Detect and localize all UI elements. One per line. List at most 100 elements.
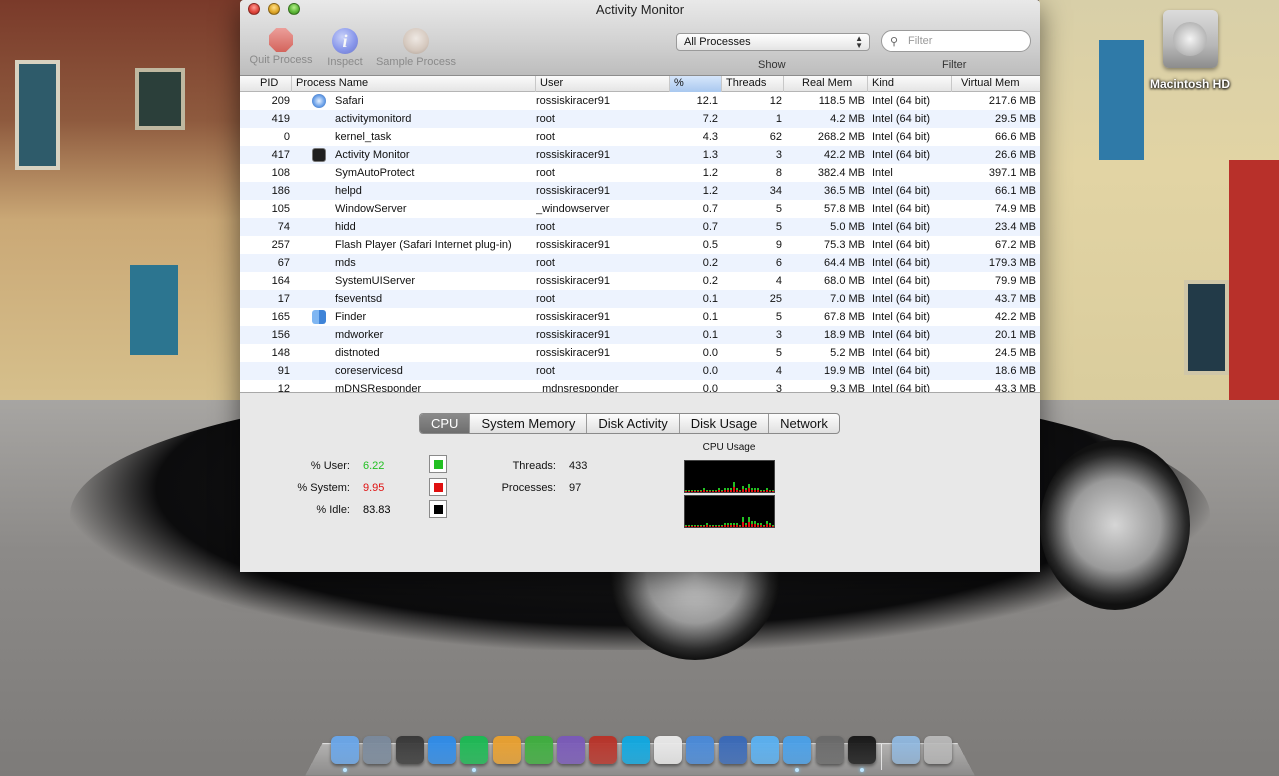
cpu-graph-bar (724, 490, 726, 492)
background-window (135, 68, 185, 130)
column-header-cpu[interactable]: % CPU▼ (670, 76, 722, 104)
app-store-icon[interactable] (427, 736, 456, 764)
table-row[interactable]: 186 helpd rossiskiracer91 1.2 34 36.5 MB Intel… (240, 182, 1040, 200)
table-row[interactable]: 209 Safari rossiskiracer91 12.1 12 118.5 MB In… (240, 92, 1040, 110)
table-row[interactable]: 419 activitymonitord root 7.2 1 4.2 MB Intel (… (240, 110, 1040, 128)
threads-cell: 5 (775, 311, 782, 323)
table-row[interactable]: 108 SymAutoProtect root 1.2 8 382.4 MB Intel 39… (240, 164, 1040, 182)
column-header-process-name[interactable]: Process Name (292, 76, 536, 92)
iphoto-icon[interactable] (686, 736, 715, 764)
table-row[interactable]: 257 Flash Player (Safari Internet plug-in… (240, 236, 1040, 254)
safari-icon[interactable] (783, 736, 812, 764)
cpu-graph-bar (754, 490, 756, 492)
facetime-icon[interactable] (815, 736, 844, 764)
column-header-virtual-mem[interactable]: Virtual Mem (952, 76, 1040, 92)
hard-drive-label[interactable]: Macintosh HD (1130, 77, 1250, 91)
background-door (1099, 40, 1144, 160)
dictionary-icon[interactable] (589, 736, 618, 764)
pid-cell: 74 (277, 221, 290, 233)
tab-disk-usage[interactable]: Disk Usage (678, 414, 768, 433)
cpu-graph-bar (733, 523, 735, 525)
user-color-swatch[interactable] (429, 455, 447, 473)
table-row[interactable]: 105 WindowServer _windowserver 0.7 5 57.8 MB I… (240, 200, 1040, 218)
cpu-graph-bar (766, 521, 768, 524)
cpu-graph-bar (757, 525, 759, 527)
process-name-cell: mDNSResponder (335, 383, 422, 392)
table-row[interactable]: 17 fseventsd root 0.1 25 7.0 MB Intel (64 bit)… (240, 290, 1040, 308)
script-editor-icon[interactable] (557, 736, 586, 764)
table-row[interactable]: 91 coreservicesd root 0.0 4 19.9 MB Intel (64 … (240, 362, 1040, 380)
process-table[interactable]: 209 Safari rossiskiracer91 12.1 12 118.5 MB In… (240, 92, 1040, 392)
cpu-graph-bar (739, 526, 741, 527)
itunes-icon[interactable] (750, 736, 779, 764)
table-row[interactable]: 12 mDNSResponder _mdnsresponder 0.0 3 9.3 MB I… (240, 380, 1040, 392)
cpu-graph-bar (715, 526, 717, 527)
user-cell: root (536, 167, 555, 179)
skype-icon[interactable] (621, 736, 650, 764)
finder-icon[interactable] (331, 736, 359, 764)
idle-color-swatch[interactable] (429, 500, 447, 518)
real-mem-cell: 64.4 MB (824, 257, 865, 269)
trash-icon[interactable] (924, 736, 952, 764)
table-row[interactable]: 417 Activity Monitor rossiskiracer91 1.3 3 42… (240, 146, 1040, 164)
table-row[interactable]: 165 Finder rossiskiracer91 0.1 5 67.8 MB Intel… (240, 308, 1040, 326)
threads-cell: 8 (775, 167, 782, 179)
tab-system-memory[interactable]: System Memory (469, 414, 586, 433)
column-header-threads[interactable]: Threads (722, 76, 784, 92)
spotify-icon[interactable] (460, 736, 489, 764)
table-row[interactable]: 148 distnoted rossiskiracer91 0.0 5 5.2 MB Int… (240, 344, 1040, 362)
filter-placeholder: Filter (908, 35, 933, 47)
column-header-real-mem[interactable]: Real Mem (784, 76, 868, 92)
cpu-cell: 1.2 (702, 185, 718, 197)
cpu-graph-bar (754, 521, 756, 524)
virtual-mem-cell: 67.2 MB (995, 239, 1036, 251)
show-processes-select[interactable]: All Processes ▲ ▼ (676, 33, 870, 51)
virtual-mem-cell: 179.3 MB (988, 257, 1036, 269)
cpu-graph-bar (697, 491, 699, 492)
launchpad-icon[interactable] (363, 736, 392, 764)
tab-disk-activity[interactable]: Disk Activity (586, 414, 678, 433)
real-mem-cell: 67.8 MB (824, 311, 865, 323)
cpu-graph-bar (697, 526, 699, 527)
system-color-swatch[interactable] (429, 478, 447, 496)
tab-cpu[interactable]: CPU (420, 414, 470, 433)
keynote-icon[interactable] (492, 736, 521, 764)
table-row[interactable]: 67 mds root 0.2 6 64.4 MB Intel (64 bit) 179.3 … (240, 254, 1040, 272)
table-row[interactable]: 74 hidd root 0.7 5 5.0 MB Intel (64 bit) 23.4 M… (240, 218, 1040, 236)
column-header-pid[interactable]: PID (240, 76, 292, 92)
column-header-kind[interactable]: Kind (868, 76, 952, 92)
tab-network[interactable]: Network (768, 414, 839, 433)
column-header-user[interactable]: User (536, 76, 670, 92)
threads-cell: 4 (775, 275, 782, 287)
cpu-graph-bar (739, 490, 741, 491)
numbers-icon[interactable] (524, 736, 553, 764)
process-table-header: PID Process Name User % CPU▼ Threads Rea… (240, 76, 1040, 104)
cpu-graph-bar (712, 491, 714, 492)
kind-cell: Intel (64 bit) (872, 329, 931, 341)
kind-cell: Intel (64 bit) (872, 275, 931, 287)
quit-process-label: Quit Process (249, 54, 313, 66)
kind-cell: Intel (64 bit) (872, 347, 931, 359)
cpu-cell: 0.0 (702, 365, 718, 377)
kind-cell: Intel (64 bit) (872, 185, 931, 197)
table-row[interactable]: 0 kernel_task root 4.3 62 268.2 MB Intel (64 b… (240, 128, 1040, 146)
cpu-graph-bar (739, 491, 741, 492)
process-name-cell: Activity Monitor (335, 149, 410, 161)
hard-drive-icon[interactable] (1163, 10, 1218, 68)
dashboard-icon[interactable] (395, 736, 424, 764)
user-percent-label: % User: (310, 460, 350, 472)
titlebar[interactable]: Activity Monitor Quit Process i Inspect … (240, 0, 1040, 76)
threads-cell: 5 (775, 221, 782, 233)
xcode-icon[interactable] (718, 736, 747, 764)
cpu-usage-graph-core-2 (684, 495, 775, 528)
applications-folder-icon[interactable] (892, 736, 920, 764)
table-row[interactable]: 164 SystemUIServer rossiskiracer91 0.2 4 68.0… (240, 272, 1040, 290)
activity-monitor-icon[interactable] (847, 736, 876, 764)
cpu-graph-bar (769, 525, 771, 527)
quit-process-button[interactable]: Quit Process (248, 28, 314, 66)
table-row[interactable]: 156 mdworker rossiskiracer91 0.1 3 18.9 MB Int… (240, 326, 1040, 344)
ical-icon[interactable] (654, 736, 682, 764)
inspect-button[interactable]: i Inspect (320, 28, 370, 68)
filter-search-input[interactable]: ⚲ Filter (881, 30, 1031, 52)
sample-process-button[interactable]: Sample Process (373, 28, 459, 68)
